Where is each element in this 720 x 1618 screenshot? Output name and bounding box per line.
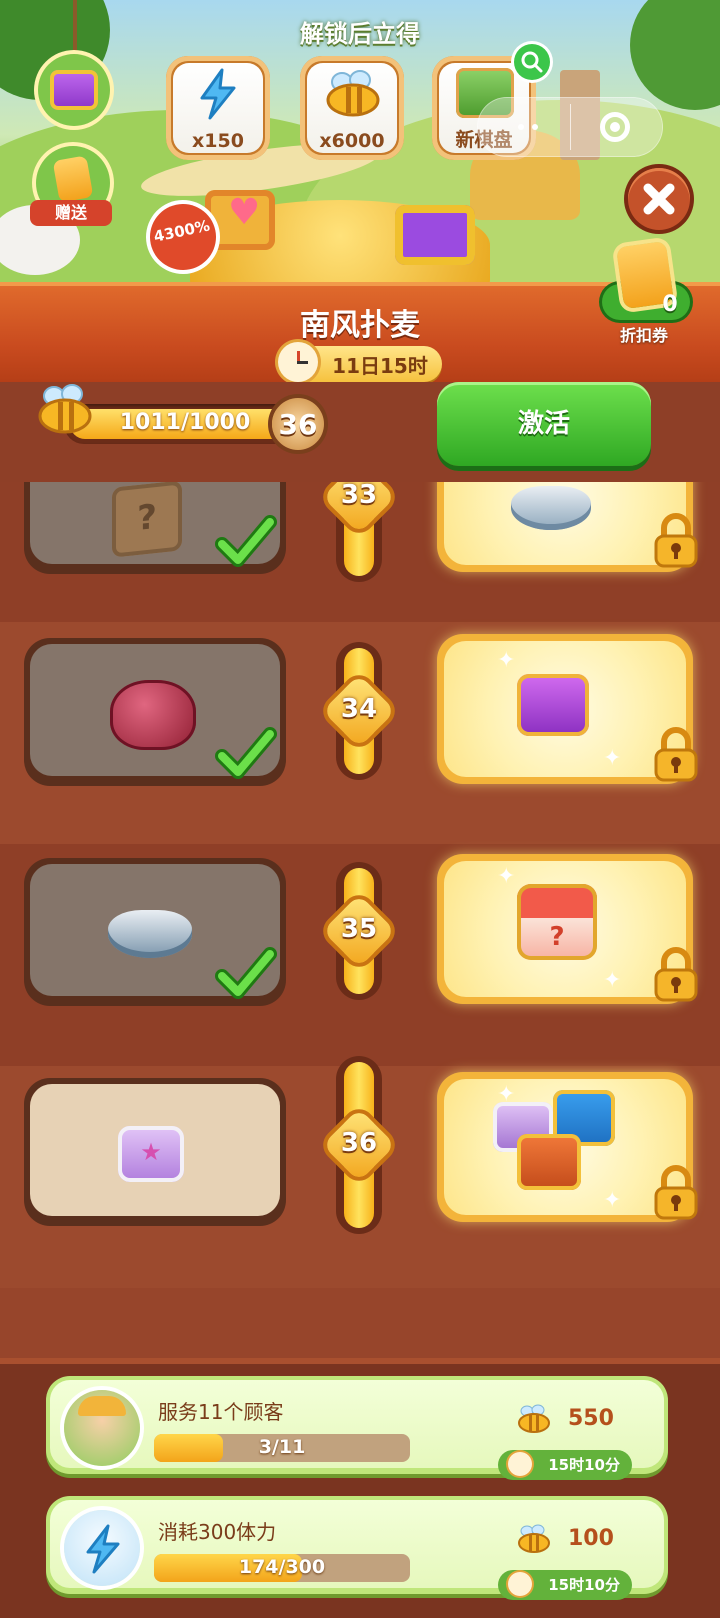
farmer-avatar-icon [64, 1390, 140, 1466]
close-button[interactable] [628, 168, 690, 230]
shell-bowl-icon [511, 486, 591, 530]
task-title: 消耗300体力 [158, 1520, 277, 1544]
bee-icon [516, 1404, 552, 1434]
more-dot-icon[interactable] [532, 124, 538, 130]
lightning-avatar-icon [64, 1510, 140, 1586]
sparkle-icon: ✦ [497, 1082, 516, 1107]
event-timer-text: 11日15时 [332, 354, 428, 378]
reward-energy: x150 [166, 56, 270, 160]
level-reward-list[interactable]: ? 33 34 ✦ ✦ 35 ? ✦ ✦ ★ 36 ✦ ✦ [0, 482, 720, 1358]
task-reward-amount: 100 [568, 1526, 614, 1551]
rope [73, 0, 77, 60]
sparkle-icon: ✦ [497, 648, 516, 673]
lock-icon [654, 726, 698, 782]
lock-icon [654, 512, 698, 568]
check-icon [214, 510, 278, 574]
check-icon [214, 722, 278, 786]
task-title: 服务11个顾客 [158, 1400, 284, 1424]
level-number: 34 [340, 694, 378, 724]
chest-reward-button[interactable] [38, 54, 110, 126]
clock-icon [508, 1572, 532, 1596]
ruby-icon [110, 680, 196, 750]
search-button[interactable] [514, 44, 550, 80]
lightning-icon [194, 68, 242, 120]
activate-button[interactable]: 激活 [437, 382, 651, 466]
reward-label: x6000 [319, 130, 385, 152]
more-dot-icon[interactable] [518, 124, 524, 130]
free-reward-card[interactable]: ★ [24, 1078, 286, 1226]
discount-text: 4300% [152, 216, 212, 246]
sparkle-icon: ✦ [603, 746, 622, 771]
gift-box-purple [395, 205, 475, 265]
shell-bowl-icon [108, 910, 192, 958]
task-progress-text: 174/300 [238, 1556, 326, 1578]
bee-icon [36, 384, 94, 436]
reward-label: x150 [192, 130, 244, 152]
purple-chest-icon: ★ [118, 1126, 184, 1182]
level-badge: 35 [322, 894, 396, 968]
coupon-label: 折扣券 [619, 326, 668, 345]
level-number: 35 [340, 914, 378, 944]
reward-bees: x6000 [300, 56, 404, 160]
coupon-icon [52, 155, 94, 203]
capsule-divider [570, 104, 571, 150]
current-level-number: 36 [278, 408, 318, 441]
red-mystery-chest-icon: ? [517, 884, 597, 960]
clock-icon [508, 1452, 532, 1476]
coupon-counter[interactable]: 0 折扣券 [598, 240, 690, 345]
search-icon [521, 51, 543, 73]
sparkle-icon: ✦ [603, 1188, 622, 1213]
sparkle-icon: ✦ [603, 968, 622, 993]
bee-icon [324, 70, 382, 118]
heart-icon: ♥ [228, 192, 261, 233]
purple-chest-icon [50, 70, 98, 110]
unlock-title: 解锁后立得 [300, 20, 420, 48]
lock-icon [654, 1164, 698, 1220]
purple-chest-icon [517, 674, 589, 736]
task-progress-text: 3/11 [258, 1436, 306, 1458]
clock-icon [278, 342, 318, 382]
coupon-count: 0 [662, 292, 678, 317]
sparkle-icon: ✦ [497, 864, 516, 889]
level-number: 36 [340, 1128, 378, 1158]
lock-icon [654, 946, 698, 1002]
level-badge: 36 [322, 1108, 396, 1182]
check-icon [214, 942, 278, 1006]
level-number: 33 [340, 482, 378, 510]
mini-program-capsule [478, 98, 662, 156]
orange-chest-icon [517, 1134, 581, 1190]
task-reward-amount: 550 [568, 1406, 614, 1431]
gift-label: 赠送 [30, 200, 112, 226]
close-icon [643, 183, 675, 215]
level-badge: 33 [322, 482, 396, 534]
level-badge: 34 [322, 674, 396, 748]
bee-icon [516, 1524, 552, 1554]
mystery-box-icon: ? [112, 482, 182, 558]
close-mini-program-icon[interactable] [600, 112, 630, 142]
bee-progress-text: 1011/1000 [119, 410, 251, 435]
